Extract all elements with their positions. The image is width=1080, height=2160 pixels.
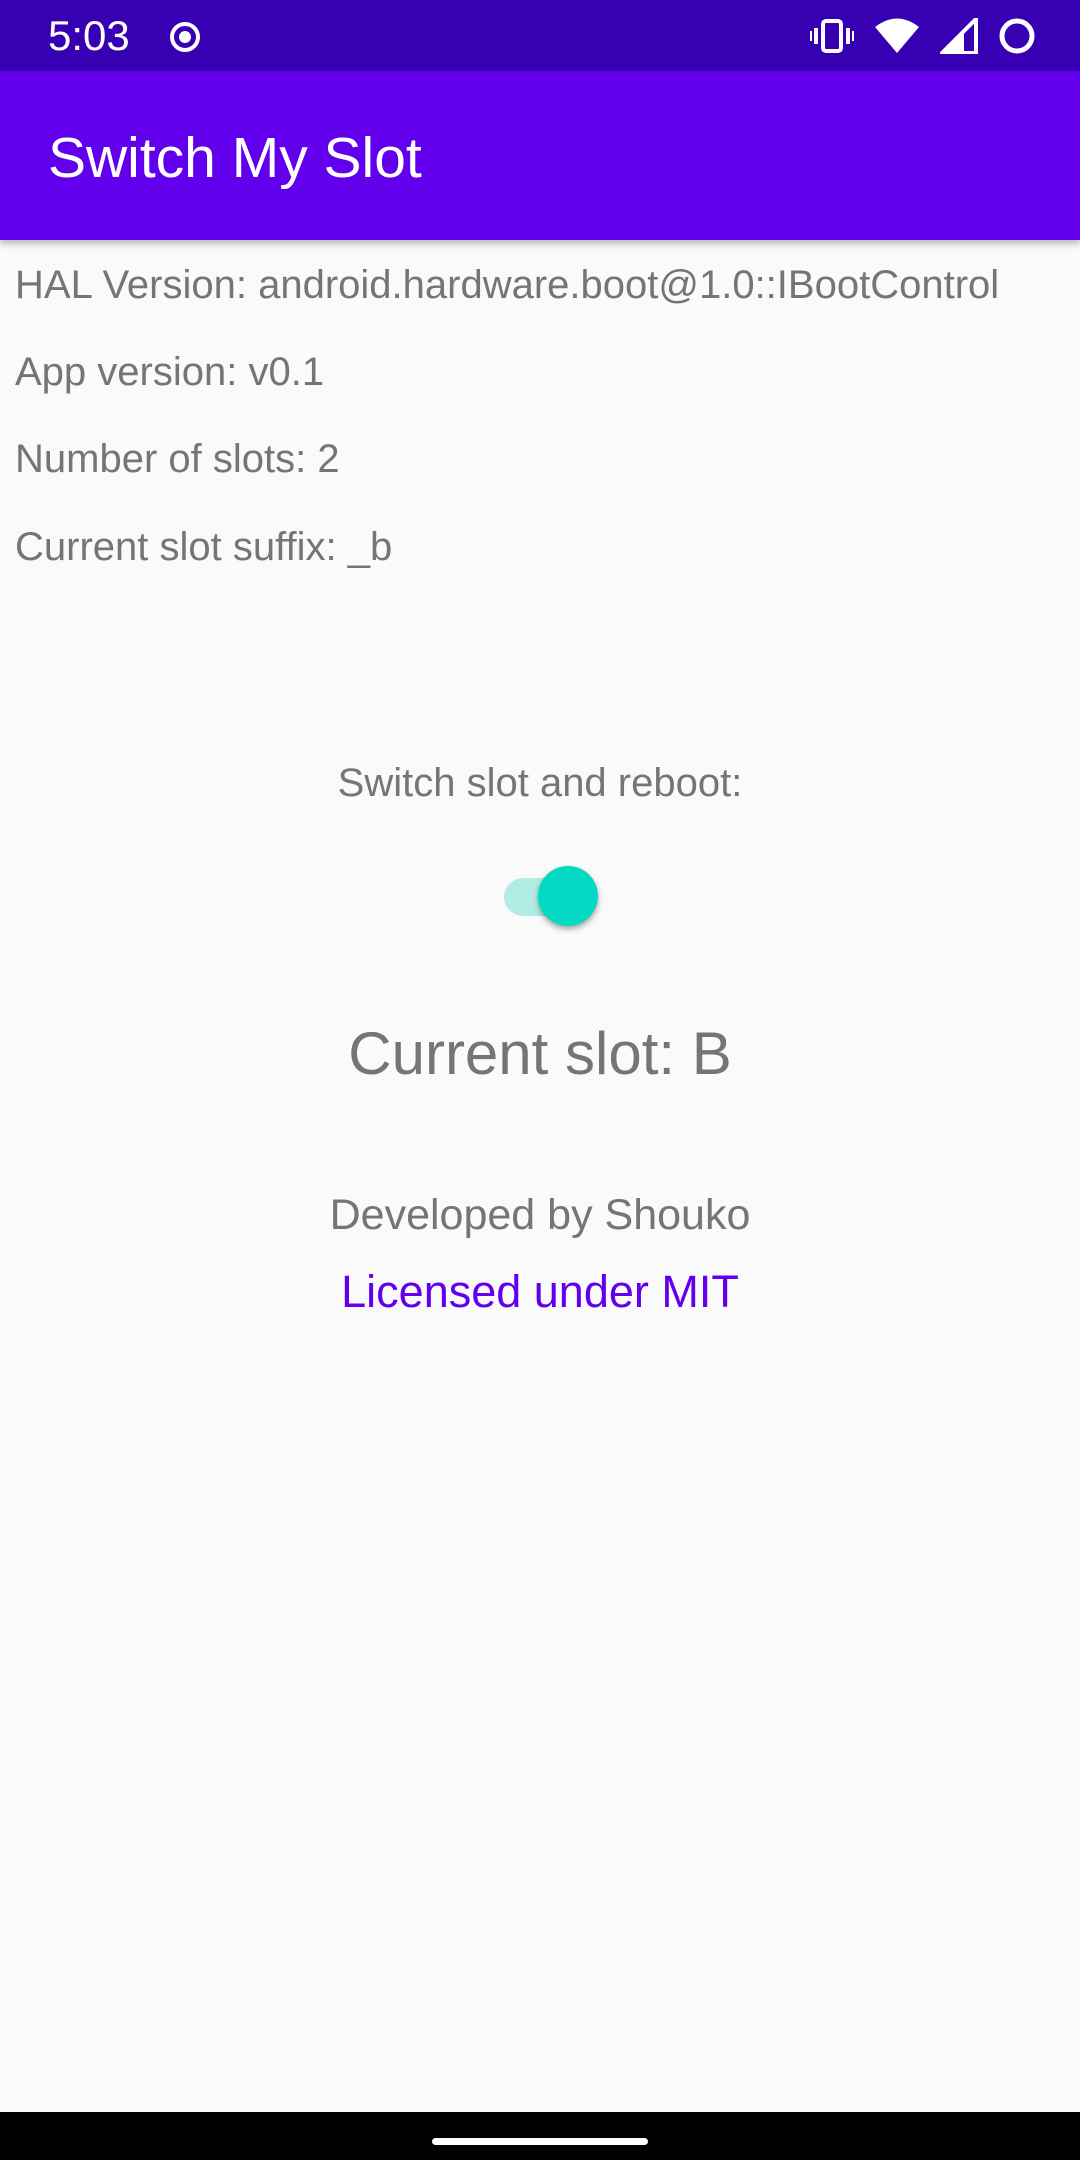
status-icons: [810, 16, 1036, 56]
current-slot-text: Current slot: B: [348, 1020, 732, 1087]
toggle-thumb[interactable]: [538, 866, 598, 926]
switch-slot-toggle[interactable]: [500, 864, 602, 928]
wifi-icon: [874, 18, 920, 54]
slot-suffix-text: Current slot suffix: _b: [15, 525, 393, 569]
signal-icon: [940, 18, 978, 54]
home-gesture-handle[interactable]: [432, 2138, 648, 2145]
license-link[interactable]: Licensed under MIT: [0, 1265, 1080, 1319]
vibrate-icon: [810, 18, 854, 54]
developer-credit: Developed by Shouko: [329, 1191, 751, 1239]
app-bar: Switch My Slot: [0, 71, 1080, 240]
battery-icon: [998, 17, 1036, 55]
slot-count-text: Number of slots: 2: [15, 437, 340, 481]
record-icon: [168, 20, 202, 54]
switch-slot-label: Switch slot and reboot:: [337, 761, 743, 805]
hal-version-text: HAL Version: android.hardware.boot@1.0::…: [15, 263, 1000, 307]
app-version-text: App version: v0.1: [15, 350, 325, 394]
status-time: 5:03: [48, 12, 130, 59]
navigation-bar: [0, 2112, 1080, 2160]
app-title: Switch My Slot: [48, 126, 422, 190]
status-bar: 5:03: [0, 0, 1080, 71]
